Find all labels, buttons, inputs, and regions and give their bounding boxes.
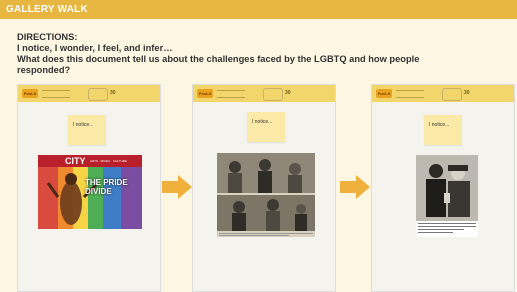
newspaper-photo-collage <box>217 153 315 236</box>
page-title: GALLERY WALK <box>6 4 88 15</box>
arrow-right-icon <box>340 175 370 199</box>
document-image-1[interactable]: CITY ARTS · MUSIC · CULTURE THE PRIDE DI… <box>38 155 142 229</box>
postit-logo: Post-it <box>376 89 392 98</box>
directions-block: DIRECTIONS: I notice, I wonder, I feel, … <box>17 32 497 76</box>
sticky-note-2-text: I notice... <box>252 119 273 125</box>
postit-logo: Post-it <box>197 89 213 98</box>
sticky-note-3[interactable]: I notice... <box>424 115 462 145</box>
postit-logo: Post-it <box>22 89 38 98</box>
poster-1: Post-it 30 I notice... CITY ARTS · MUSIC… <box>17 84 161 292</box>
directions-line-3: responded? <box>17 65 71 75</box>
poster-1-header-lines <box>42 90 70 98</box>
poster-1-pad-count: 30 <box>110 90 116 96</box>
arrow-right-icon <box>162 175 192 199</box>
historical-photo <box>416 155 478 221</box>
poster-2-header: Post-it 30 <box>193 85 335 102</box>
poster-3-header: Post-it 30 <box>372 85 514 102</box>
header-bar: GALLERY WALK <box>0 0 517 19</box>
poster-3-header-sketch <box>442 88 462 101</box>
directions-line-1: I notice, I wonder, I feel, and infer… <box>17 43 173 53</box>
directions-heading: DIRECTIONS: <box>17 32 78 42</box>
sticky-note-2[interactable]: I notice... <box>247 112 285 142</box>
poster-2-pad-count: 30 <box>285 90 291 96</box>
directions-line-2: What does this document tell us about th… <box>17 54 420 64</box>
poster-3: Post-it 30 I notice... <box>371 84 515 292</box>
sticky-note-1-text: I notice... <box>73 122 94 128</box>
sticky-note-3-text: I notice... <box>429 122 450 128</box>
poster-1-header-sketch <box>88 88 108 101</box>
poster-3-header-lines <box>396 90 424 98</box>
poster-3-pad-count: 30 <box>464 90 470 96</box>
document-image-3[interactable] <box>416 155 478 237</box>
magazine-masthead-bar: CITY ARTS · MUSIC · CULTURE <box>38 155 142 167</box>
magazine-headline: THE PRIDE DIVIDE <box>85 178 128 196</box>
poster-2-header-lines <box>217 90 245 98</box>
magazine-masthead: CITY <box>65 156 86 166</box>
poster-2: Post-it 30 I notice... <box>192 84 336 292</box>
magazine-masthead-sub: ARTS · MUSIC · CULTURE <box>90 159 127 163</box>
document-image-2[interactable] <box>217 153 315 237</box>
sticky-note-1[interactable]: I notice... <box>68 115 106 145</box>
photo-caption-lines <box>418 223 476 233</box>
poster-2-header-sketch <box>263 88 283 101</box>
magazine-cover-art <box>38 167 142 229</box>
poster-1-header: Post-it 30 <box>18 85 160 102</box>
